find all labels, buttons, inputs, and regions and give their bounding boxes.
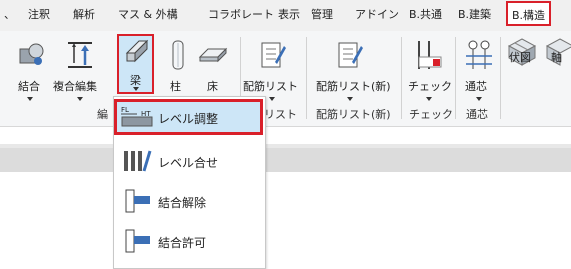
tab-b-common[interactable]: B.共通 (409, 2, 442, 28)
check-label: チェック (408, 80, 452, 93)
level-match-icon (124, 150, 152, 172)
chevron-down-icon (133, 87, 139, 91)
beam-icon (125, 39, 149, 63)
panel-label-rebar-list-new: 配筋リスト(新) (316, 108, 391, 121)
chevron-down-icon (77, 97, 83, 101)
column-icon (172, 40, 184, 70)
rebar-list-new-label: 配筋リスト(新) (316, 80, 391, 93)
tab-partial[interactable]: 、 (4, 2, 14, 28)
menu-item-unjoin[interactable]: 結合解除 (114, 183, 263, 219)
compound-edit-icon (68, 42, 92, 68)
join-icon (19, 43, 44, 65)
fl-text: FL (121, 106, 129, 114)
tab-view[interactable]: 表示 (278, 2, 300, 28)
panel-label-check: チェック (409, 108, 453, 121)
unjoin-icon (125, 189, 150, 213)
panel-separator (401, 37, 402, 119)
join-tool[interactable]: 結合 (10, 37, 50, 117)
panel-separator (500, 37, 501, 119)
ribbon-tab-bar: 、 注釈 解析 マス & 外構 コラボレート 表示 管理 アドイン B.共通 B… (0, 0, 571, 31)
rebar-list-new-icon (338, 42, 363, 68)
allow-join-icon (125, 229, 150, 253)
tab-analyze[interactable]: 解析 (73, 2, 95, 28)
compound-edit-tool[interactable]: 複合編集 (48, 37, 110, 117)
level-match-label: レベル合せ (158, 156, 219, 170)
panel-separator (455, 37, 456, 119)
tab-b-structure[interactable]: B.構造 (506, 1, 552, 26)
check-icon (418, 41, 442, 69)
tab-manage[interactable]: 管理 (311, 2, 333, 28)
panel-separator (306, 37, 307, 119)
axis-label: 軸 (551, 51, 562, 64)
chevron-down-icon (476, 97, 482, 101)
view-tab-strip (0, 148, 571, 172)
chevron-down-icon (27, 97, 33, 101)
grid-line-tool[interactable]: 通芯 (458, 37, 500, 117)
join-label: 結合 (18, 80, 40, 93)
rebar-list-icon (261, 42, 286, 68)
plan-view-tool[interactable]: 伏図 (503, 37, 541, 117)
rebar-list-label: 配筋リスト (243, 80, 298, 93)
chevron-down-icon (269, 97, 275, 101)
allow-join-label: 結合許可 (158, 236, 207, 250)
tab-annotate[interactable]: 注釈 (28, 2, 50, 28)
check-tool[interactable]: チェック (406, 37, 452, 117)
rebar-list-new-tool[interactable]: 配筋リスト(新) (312, 37, 392, 117)
chevron-down-icon (347, 97, 353, 101)
menu-item-level-match[interactable]: レベル合せ (114, 143, 263, 179)
panel-label-edit: 編 (97, 108, 108, 121)
level-adjust-icon: FL HT (121, 106, 153, 127)
tab-b-architecture[interactable]: B.建築 (458, 2, 491, 28)
tab-collaborate[interactable]: コラボレート (208, 2, 274, 28)
chevron-down-icon (426, 97, 432, 101)
level-adjust-label: レベル調整 (158, 112, 219, 126)
beam-label: 梁 (130, 74, 141, 87)
column-label: 柱 (170, 80, 181, 93)
plan-view-label: 伏図 (509, 51, 531, 64)
beam-button[interactable]: 梁 (117, 34, 154, 94)
menu-item-allow-join[interactable]: 結合許可 (114, 223, 263, 259)
grid-line-label: 通芯 (465, 80, 487, 93)
menu-item-level-adjust[interactable]: FL HT レベル調整 (114, 99, 263, 135)
grid-line-icon (466, 40, 492, 69)
unjoin-label: 結合解除 (158, 196, 207, 210)
tab-addins[interactable]: アドイン (355, 2, 399, 28)
floor-label: 床 (207, 80, 218, 93)
axis-tool[interactable]: 軸 (541, 37, 571, 117)
panel-label-grid: 通芯 (466, 108, 488, 121)
beam-dropdown-menu: FL HT レベル調整 レベル合せ 結合解除 結合許可 (113, 96, 266, 269)
floor-icon (198, 47, 228, 63)
ribbon-panel: 結合 複合編集 梁 柱 床 配筋リスト 配筋リスト(新) チェック 通芯 伏図 … (0, 31, 571, 127)
tab-massing[interactable]: マス & 外構 (118, 2, 178, 28)
compound-edit-label: 複合編集 (53, 80, 97, 93)
